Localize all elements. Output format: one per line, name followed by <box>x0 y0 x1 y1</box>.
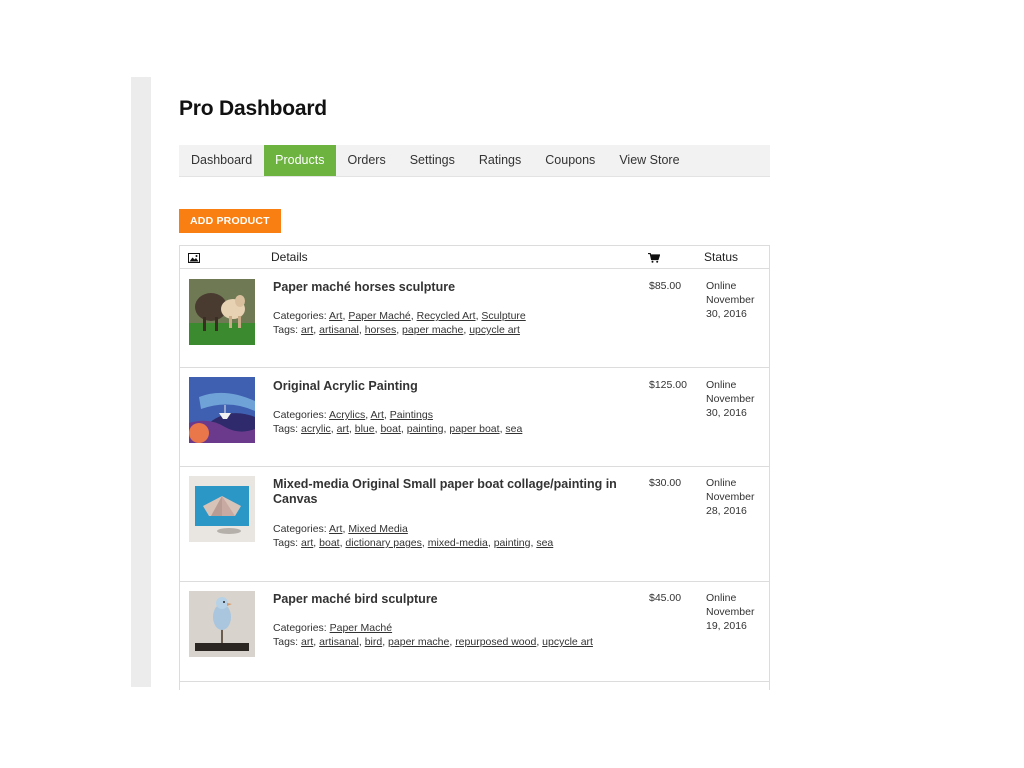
tab-products[interactable]: Products <box>264 145 336 176</box>
product-thumbnail[interactable] <box>189 377 255 443</box>
categories-label: Categories: <box>273 523 327 535</box>
status-date-month: November <box>706 606 755 618</box>
left-sidebar-rail <box>131 77 151 687</box>
tab-orders[interactable]: Orders <box>336 145 398 176</box>
categories-label: Categories: <box>273 622 327 634</box>
table-header: Details Status <box>180 246 769 269</box>
product-price: $85.00 <box>649 280 682 292</box>
category-link[interactable]: Paper Maché <box>330 622 392 634</box>
product-price: $30.00 <box>649 477 682 489</box>
category-link[interactable]: Recycled Art <box>417 310 476 322</box>
product-thumbnail[interactable] <box>189 476 255 542</box>
tag-link[interactable]: sea <box>505 423 522 435</box>
status-date-day-year: 30, 2016 <box>706 308 747 320</box>
product-categories: Categories: Art, Paper Maché, Recycled A… <box>273 310 526 322</box>
product-tags: Tags: art, artisanal, horses, paper mach… <box>273 324 520 336</box>
category-link[interactable]: Mixed Media <box>348 523 408 535</box>
tag-link[interactable]: repurposed wood <box>455 636 536 648</box>
tag-link[interactable]: acrylic <box>301 423 331 435</box>
category-link[interactable]: Acrylics <box>329 409 365 421</box>
products-table: Details Status Paper maché horses sculpt… <box>179 245 770 690</box>
product-price: $125.00 <box>649 379 687 391</box>
product-categories: Categories: Acrylics, Art, Paintings <box>273 409 433 421</box>
category-link[interactable]: Sculpture <box>481 310 525 322</box>
tags-label: Tags: <box>273 636 299 648</box>
product-status: Online November 28, 2016 <box>706 476 766 518</box>
table-row: Paper maché horses sculpture Categories:… <box>180 269 769 368</box>
product-status: Online November 30, 2016 <box>706 378 766 420</box>
product-name[interactable]: Original Acrylic Painting <box>273 379 633 394</box>
product-thumbnail[interactable] <box>189 591 255 657</box>
product-name[interactable]: Mixed-media Original Small paper boat co… <box>273 477 633 507</box>
table-row: Original Acrylic Painting Categories: Ac… <box>180 368 769 467</box>
category-link[interactable]: Art <box>370 409 383 421</box>
product-status: Online November 30, 2016 <box>706 279 766 321</box>
tag-link[interactable]: artisanal <box>319 324 359 336</box>
status-date-day-year: 19, 2016 <box>706 620 747 632</box>
categories-label: Categories: <box>273 310 327 322</box>
product-tags: Tags: art, artisanal, bird, paper mache,… <box>273 636 593 648</box>
product-categories: Categories: Art, Mixed Media <box>273 523 408 535</box>
tab-view-store[interactable]: View Store <box>607 145 691 176</box>
tag-link[interactable]: bird <box>365 636 383 648</box>
tag-link[interactable]: upcycle art <box>469 324 520 336</box>
status-header: Status <box>704 250 739 264</box>
tag-link[interactable]: art <box>301 636 313 648</box>
tag-link[interactable]: mixed-media <box>428 537 488 549</box>
tab-dashboard[interactable]: Dashboard <box>179 145 264 176</box>
category-link[interactable]: Art <box>329 523 342 535</box>
product-price: $45.00 <box>649 592 682 604</box>
status-state: Online <box>706 477 737 489</box>
status-date-day-year: 28, 2016 <box>706 505 747 517</box>
tags-label: Tags: <box>273 423 299 435</box>
tags-label: Tags: <box>273 537 299 549</box>
tag-link[interactable]: boat <box>319 537 339 549</box>
category-link[interactable]: Paintings <box>390 409 433 421</box>
category-link[interactable]: Paper Maché <box>348 310 410 322</box>
table-row: Paper maché bird sculpture Categories: P… <box>180 582 769 682</box>
tag-link[interactable]: sea <box>536 537 553 549</box>
product-name[interactable]: Paper maché horses sculpture <box>273 280 633 295</box>
dashboard-tabs: Dashboard Products Orders Settings Ratin… <box>179 145 770 177</box>
product-tags: Tags: acrylic, art, blue, boat, painting… <box>273 423 523 435</box>
details-header: Details <box>271 250 308 264</box>
status-date-month: November <box>706 393 755 405</box>
product-name[interactable]: Paper maché bird sculpture <box>273 592 633 607</box>
tags-label: Tags: <box>273 324 299 336</box>
status-state: Online <box>706 379 737 391</box>
status-date-day-year: 30, 2016 <box>706 407 747 419</box>
cart-icon <box>648 252 661 266</box>
status-state: Online <box>706 280 737 292</box>
category-link[interactable]: Art <box>329 310 342 322</box>
tag-link[interactable]: blue <box>355 423 375 435</box>
product-categories: Categories: Paper Maché <box>273 621 633 635</box>
tag-link[interactable]: horses <box>365 324 397 336</box>
table-row: Mixed-media Original Small paper boat co… <box>180 467 769 582</box>
tag-link[interactable]: painting <box>494 537 531 549</box>
status-date-month: November <box>706 491 755 503</box>
product-status: Online November 19, 2016 <box>706 591 766 633</box>
tag-link[interactable]: art <box>301 537 313 549</box>
product-thumbnail[interactable] <box>189 279 255 345</box>
add-product-button[interactable]: ADD PRODUCT <box>179 209 281 233</box>
page-title: Pro Dashboard <box>179 97 327 120</box>
tag-link[interactable]: paper mache <box>402 324 463 336</box>
tag-link[interactable]: paper mache <box>388 636 449 648</box>
status-state: Online <box>706 592 737 604</box>
product-tags: Tags: art, boat, dictionary pages, mixed… <box>273 537 554 549</box>
categories-label: Categories: <box>273 409 327 421</box>
tag-link[interactable]: painting <box>407 423 444 435</box>
tab-coupons[interactable]: Coupons <box>533 145 607 176</box>
tag-link[interactable]: art <box>301 324 313 336</box>
tag-link[interactable]: paper boat <box>449 423 499 435</box>
tag-link[interactable]: dictionary pages <box>345 537 421 549</box>
tag-link[interactable]: artisanal <box>319 636 359 648</box>
tab-ratings[interactable]: Ratings <box>467 145 533 176</box>
status-date-month: November <box>706 294 755 306</box>
tab-settings[interactable]: Settings <box>398 145 467 176</box>
image-icon <box>188 252 200 266</box>
tag-link[interactable]: art <box>337 423 349 435</box>
tag-link[interactable]: upcycle art <box>542 636 593 648</box>
tag-link[interactable]: boat <box>380 423 400 435</box>
